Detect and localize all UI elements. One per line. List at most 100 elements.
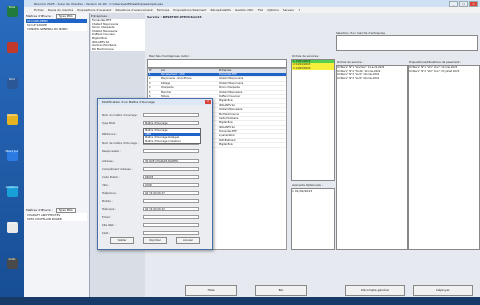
desktop-icon[interactable]: Tutoriels: [3, 222, 21, 233]
enterprise-list-item[interactable]: BLI Electricienne: [91, 48, 145, 52]
left-panel: Maîtres d'Œuvre : Types MOA SCI CARLSEND…: [24, 13, 90, 305]
desktop-icon-label: Tutoriels: [6, 222, 18, 225]
desktop-icon-label: Mise à jour: [5, 150, 19, 153]
bio-button[interactable]: Bio: [255, 285, 307, 296]
menu-item[interactable]: Fichier: [34, 8, 44, 12]
field-input[interactable]: 30 RUE CHARLES MARTEL: [143, 158, 199, 163]
cell-number: 5: [149, 90, 151, 94]
order-item[interactable]: 3 13/03/2023: [292, 66, 334, 71]
menu-item[interactable]: Options: [267, 8, 279, 12]
field-input[interactable]: [143, 198, 199, 203]
desktop-icon[interactable]: [3, 42, 21, 53]
app-icon: [6, 42, 18, 53]
cell-enterprise: Migdal Bois: [219, 99, 233, 103]
title-bar: Rencom 2025 - Suivi de chantier - Versio…: [24, 0, 480, 7]
desktop-sidebar: Excel Word Rencom Mise à jour Assistance Tuto…: [0, 0, 24, 305]
desktop-icon[interactable]: Outils: [3, 258, 21, 269]
moe-list-item[interactable]: SOFA CHATELAIN ROGER: [26, 217, 87, 221]
field-label: Type MOA: [102, 121, 116, 125]
dialog-title: Modification d'un Maître d'Ouvrage: [98, 99, 212, 105]
cell-lot: Dallage: [161, 81, 171, 85]
field-input[interactable]: [143, 214, 199, 219]
validate-button[interactable]: Valider: [110, 237, 134, 244]
enterprise-list: Fernandes BTP Chatard Maçonnerie Simon Cha…: [91, 19, 145, 52]
field-input[interactable]: [143, 148, 199, 153]
service-title: Service : DESKTOP-0TPCh6cm25: [147, 15, 202, 19]
avenants-list: 1 01/02/2023: [291, 188, 335, 250]
field-input[interactable]: [143, 112, 199, 117]
cell-number: 1: [149, 73, 151, 76]
field-label: Télécopie :: [102, 207, 117, 211]
menu-item[interactable]: Gestion CRC: [235, 8, 254, 12]
window-title: Rencom 2025 - Suivi de chantier - Versio…: [34, 1, 163, 6]
field-label: Nom de maître d'Ouvrage :: [102, 141, 139, 145]
field-input[interactable]: 04 72 00 00 22: [143, 206, 199, 211]
cell-enterprise: Chatard Maçonnerie: [219, 81, 244, 85]
dialog-close-button[interactable]: X: [205, 100, 211, 104]
cell-number: 2: [149, 77, 151, 81]
field-label: Responsable :: [102, 149, 121, 153]
type-dropdown[interactable]: Maître d'Ouvrage AMO Maître d'Ouvrage Délé…: [143, 128, 201, 145]
menu-item[interactable]: Propositions Paiement: [173, 8, 206, 12]
field-input[interactable]: 69003: [143, 174, 199, 179]
hide-button[interactable]: Hide: [185, 285, 237, 296]
cancel-button[interactable]: Annuler: [176, 237, 200, 244]
moa-header-label: Maîtres d'Œuvre :: [26, 14, 53, 18]
moa-type-button-2[interactable]: Types MOA: [55, 207, 76, 213]
cell-enterprise: ISOLANTS SA: [219, 125, 235, 129]
desktop-icon[interactable]: Rencom: [3, 114, 21, 125]
desktop-icon-label: Assistance: [5, 186, 19, 189]
markets-label: Marchés d'entreprises (Lots) :: [149, 54, 191, 58]
print-button[interactable]: Imprimer: [143, 237, 167, 244]
field-input[interactable]: LYON: [143, 182, 199, 187]
services-item[interactable]: OrdServ° N°4 "avril" 20-mai-2022: [337, 77, 407, 81]
props-item[interactable]: OrdServ° N°2 "Lt2" mai * 23 juillet 2023: [409, 70, 479, 74]
field-input[interactable]: [143, 222, 199, 227]
props-label: Propositions/Situations de paiement :: [409, 60, 462, 64]
menu-item[interactable]: Serveur: [283, 8, 295, 12]
cell-enterprise: Chatard Menuiserie: [219, 108, 243, 112]
field-input[interactable]: [143, 166, 199, 171]
cell-enterprise: Migdal Bois: [219, 121, 233, 125]
field-input[interactable]: Maître d'Ouvrage: [143, 120, 199, 125]
taskbar: [0, 297, 480, 305]
cell-enterprise: Migdal Bois: [219, 143, 233, 147]
menu-item[interactable]: Propositions d'avenant: [77, 8, 111, 12]
avenant-item[interactable]: 1 01/02/2023: [292, 189, 334, 193]
markets-filter[interactable]: [147, 59, 287, 68]
desktop-icon[interactable]: Mise à jour: [3, 150, 21, 161]
market-selection-box[interactable]: [336, 35, 478, 51]
desktop-icon-label: Excel: [8, 6, 16, 9]
desktop-icon-label: Word: [8, 78, 16, 81]
field-label: Mobile :: [102, 199, 113, 203]
cell-enterprise: SOP Bâtiment: [219, 138, 236, 142]
cell-enterprise: ISOLANTS SA: [219, 103, 235, 107]
menu-item[interactable]: Devis du marché: [48, 8, 73, 12]
menu-item[interactable]: TVA: [257, 8, 263, 12]
cell-enterprise: Fernandes BTP: [219, 73, 237, 76]
cell-enterprise: Fernandes BTP: [219, 130, 237, 134]
desktop-icon-label: Rencom: [7, 114, 17, 117]
cell-lot: Plancher: [161, 90, 172, 94]
field-input[interactable]: 04 72 00 00 27: [143, 190, 199, 195]
dropdown-option[interactable]: Maître d'Ouvrage Industriel: [144, 140, 200, 144]
cell-lot: Maçonnerie - Gros Œuvre: [161, 77, 192, 81]
desktop-icon[interactable]: Assistance: [3, 186, 21, 197]
field-label: Adresse :: [102, 159, 115, 163]
cell-enterprise: Chatard Maçonnerie: [219, 77, 244, 81]
services-label: Ordres de service :: [337, 60, 364, 64]
decompte-button[interactable]: Décompte général: [345, 285, 405, 296]
field-label: Email :: [102, 215, 112, 219]
moe-list: CHARLET ARCHITECTES SOFA CHATELAIN ROGER: [26, 213, 87, 221]
menu-item[interactable]: Factures: [157, 8, 170, 12]
menu-item[interactable]: Récapitulatifs: [211, 8, 231, 12]
desktop-icon[interactable]: Excel: [3, 6, 21, 17]
deployer-button[interactable]: Déployer: [413, 285, 473, 296]
props-list: OrdServ° N°1 "Lt1" mai * 12-mai-2022 OrdS…: [408, 65, 480, 250]
cell-number: 3: [149, 81, 151, 85]
moa-type-button[interactable]: Types MOA: [55, 13, 76, 19]
desktop-icon[interactable]: Word: [3, 78, 21, 89]
menu-item[interactable]: Situations d'avancement: [115, 8, 152, 12]
menu-item[interactable]: ?: [299, 8, 301, 12]
field-input[interactable]: [143, 230, 199, 235]
